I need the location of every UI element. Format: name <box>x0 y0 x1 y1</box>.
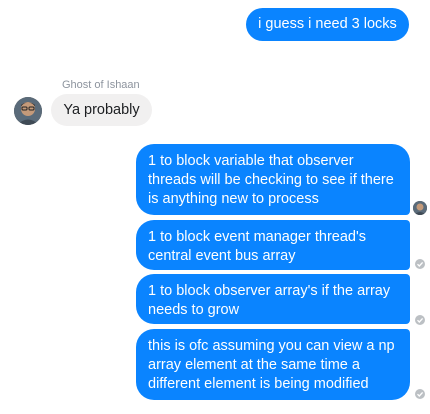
message-text: i guess i need 3 locks <box>258 16 397 32</box>
incoming-message[interactable]: Ya probably <box>51 94 152 126</box>
message-thread: i guess i need 3 locks Ghost of Ishaan Y… <box>0 0 430 414</box>
message-text: this is ofc assuming you can view a np a… <box>148 338 395 392</box>
check-circle-icon <box>415 259 425 269</box>
user-avatar-icon <box>14 97 42 125</box>
message-text: Ya probably <box>63 102 140 118</box>
message-text: 1 to block variable that observer thread… <box>148 153 394 207</box>
outgoing-message[interactable]: 1 to block observer array's if the array… <box>136 274 410 324</box>
sender-name: Ghost of Ishaan <box>62 79 140 91</box>
outgoing-message[interactable]: i guess i need 3 locks <box>246 8 409 41</box>
avatar[interactable] <box>14 97 42 125</box>
outgoing-message[interactable]: 1 to block event manager thread's centra… <box>136 220 410 270</box>
outgoing-message[interactable]: 1 to block variable that observer thread… <box>136 144 410 215</box>
check-circle-icon <box>415 389 425 399</box>
seen-avatar-icon <box>413 201 427 215</box>
outgoing-message[interactable]: this is ofc assuming you can view a np a… <box>136 329 410 400</box>
message-text: 1 to block observer array's if the array… <box>148 283 391 318</box>
message-text: 1 to block event manager thread's centra… <box>148 229 366 264</box>
check-circle-icon <box>415 315 425 325</box>
